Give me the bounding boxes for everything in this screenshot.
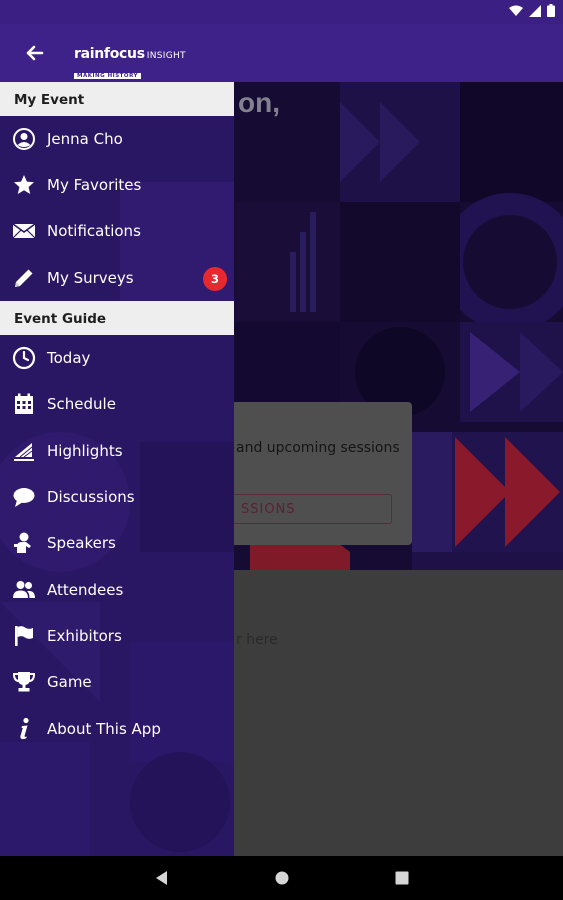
sessions-card-text: and upcoming sessions [236, 440, 400, 456]
logo-tagline: MAKING HISTORY [74, 73, 142, 79]
drawer-item-attendees[interactable]: Attendees [0, 567, 234, 613]
logo-brand: rainfocus [74, 46, 145, 62]
drawer-item-label: Jenna Cho [47, 130, 123, 148]
drawer-item-label: Exhibitors [47, 627, 122, 645]
drawer-item-label: Speakers [47, 534, 116, 552]
drawer-item-my-surveys[interactable]: My Surveys 3 [0, 255, 234, 301]
drawer-item-label: Today [47, 349, 91, 367]
view-sessions-button[interactable]: SSIONS [220, 494, 392, 524]
trophy-icon [12, 672, 36, 692]
wifi-icon [509, 5, 523, 16]
drawer-item-my-favorites[interactable]: My Favorites [0, 162, 234, 208]
drawer-item-label: My Surveys [47, 269, 134, 287]
drawer-item-label: Discussions [47, 488, 135, 506]
nav-home-button[interactable] [272, 868, 292, 888]
drawer-item-label: My Favorites [47, 176, 142, 194]
star-icon [14, 175, 34, 194]
drawer-item-schedule[interactable]: Schedule [0, 381, 234, 427]
account-circle-icon [13, 128, 35, 150]
battery-icon [547, 4, 555, 17]
system-navigation-bar [0, 856, 563, 900]
highlights-icon [14, 443, 34, 461]
people-icon [13, 581, 35, 598]
back-button[interactable] [20, 41, 48, 65]
drawer-item-label: Attendees [47, 581, 124, 599]
logo-product: INSIGHT [146, 51, 186, 61]
navigation-drawer: My Event Jenna Cho My Favorites Notifica… [0, 82, 234, 856]
drawer-item-profile[interactable]: Jenna Cho [0, 116, 234, 162]
drawer-item-about-this-app[interactable]: About This App [0, 706, 234, 752]
info-icon [20, 717, 29, 740]
hero-greeting: on, [238, 87, 280, 118]
speaker-icon [14, 532, 31, 553]
square-recents-icon [395, 871, 409, 885]
status-bar [0, 0, 563, 24]
arrow-back-icon [26, 45, 44, 61]
clock-icon [12, 346, 36, 370]
nav-back-button[interactable] [152, 868, 172, 888]
surveys-count-badge: 3 [203, 267, 227, 291]
lower-section-text: r here [236, 632, 278, 648]
drawer-item-game[interactable]: Game [0, 659, 234, 705]
signal-icon [529, 4, 541, 17]
section-header-my-event: My Event [0, 82, 234, 116]
section-header-event-guide: Event Guide [0, 301, 234, 335]
drawer-item-label: Highlights [47, 442, 123, 460]
drawer-item-speakers[interactable]: Speakers [0, 520, 234, 566]
drawer-item-label: Game [47, 673, 92, 691]
drawer-item-today[interactable]: Today [0, 335, 234, 381]
nav-recents-button[interactable] [392, 868, 412, 888]
app-bar: rainfocus INSIGHT MAKING HISTORY [0, 24, 563, 82]
status-icons [509, 4, 555, 17]
envelope-icon [12, 223, 36, 239]
app-logo: rainfocus INSIGHT MAKING HISTORY [74, 43, 186, 81]
triangle-back-icon [156, 871, 167, 885]
pencil-icon [15, 269, 33, 287]
calendar-icon [15, 393, 33, 414]
drawer-item-label: Schedule [47, 395, 116, 413]
flag-icon [15, 626, 33, 646]
circle-home-icon [275, 871, 289, 885]
drawer-item-notifications[interactable]: Notifications [0, 208, 234, 254]
drawer-item-label: Notifications [47, 222, 141, 240]
chat-bubble-icon [13, 488, 35, 507]
drawer-item-exhibitors[interactable]: Exhibitors [0, 613, 234, 659]
drawer-item-discussions[interactable]: Discussions [0, 474, 234, 520]
drawer-item-highlights[interactable]: Highlights [0, 428, 234, 474]
drawer-item-label: About This App [47, 720, 161, 738]
